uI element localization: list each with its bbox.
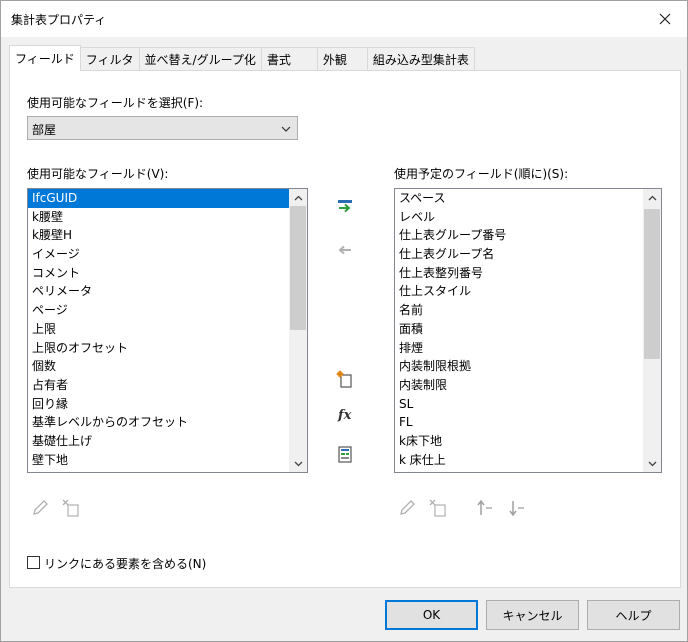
delete-scheduled-parameter-button[interactable]	[427, 497, 449, 519]
move-down-icon	[509, 501, 524, 517]
schedule-properties-dialog: 集計表プロパティ フィールド フィルタ 並べ替え/グループ化 書式 外観 組み込…	[0, 0, 688, 642]
list-item[interactable]: 占有者	[28, 376, 289, 395]
include-links-checkbox[interactable]	[27, 556, 40, 569]
list-item[interactable]: 上限のオフセット	[28, 339, 289, 358]
list-item[interactable]: ページ	[28, 301, 289, 320]
remove-field-icon	[338, 245, 351, 255]
delete-parameter-button[interactable]	[60, 497, 82, 519]
list-item[interactable]: FL	[395, 413, 643, 432]
tab-embedded-schedule[interactable]: 組み込み型集計表	[366, 47, 475, 71]
move-down-button[interactable]	[506, 497, 528, 519]
close-icon	[659, 13, 671, 25]
new-parameter-icon	[336, 370, 352, 388]
available-fields-list[interactable]: IfcGUID k腰壁 k腰壁H イメージ コメント ペリメータ ページ 上限 上限のオフセット…	[27, 188, 308, 473]
svg-text:fx: fx	[337, 408, 352, 423]
help-button[interactable]: ヘルプ	[587, 600, 680, 630]
list-item[interactable]: k腰壁	[28, 208, 289, 227]
tab-fields[interactable]: フィールド	[9, 45, 81, 71]
list-item[interactable]: 仕上スタイル	[395, 282, 643, 301]
chevron-down-icon	[294, 461, 302, 466]
pencil-icon	[33, 500, 48, 515]
select-fields-from-label: 使用可能なフィールドを選択(F):	[27, 96, 204, 110]
list-item[interactable]: k床下地	[395, 432, 643, 451]
include-links-label: リンクにある要素を含める(N)	[44, 557, 207, 571]
list-item[interactable]: 基準レベルからのオフセット	[28, 413, 289, 432]
tab-filter[interactable]: フィルタ	[79, 47, 140, 71]
move-up-button[interactable]	[474, 497, 496, 519]
list-item[interactable]: コメント	[28, 264, 289, 283]
chevron-up-icon	[294, 195, 302, 200]
new-parameter-button[interactable]	[334, 368, 356, 390]
list-item[interactable]: ペリメータ	[28, 282, 289, 301]
list-item[interactable]: 内装制限	[395, 376, 643, 395]
window-title: 集計表プロパティ	[11, 13, 107, 27]
scroll-thumb[interactable]	[290, 206, 306, 330]
scroll-down-button[interactable]	[289, 455, 307, 472]
calculated-value-button[interactable]: fx	[334, 403, 356, 425]
tab-sorting-grouping[interactable]: 並べ替え/グループ化	[138, 47, 262, 71]
title-bar: 集計表プロパティ	[1, 1, 687, 37]
delete-icon	[429, 499, 446, 517]
list-item[interactable]: k 床仕上	[395, 451, 643, 470]
chevron-up-icon	[648, 195, 656, 200]
category-dropdown-value: 部屋	[32, 123, 57, 137]
add-field-button[interactable]	[334, 195, 356, 217]
ok-button[interactable]: OK	[385, 600, 478, 630]
list-item[interactable]: レベル	[395, 208, 643, 227]
list-item[interactable]: 仕上表グループ名	[395, 245, 643, 264]
edit-parameter-button[interactable]	[29, 497, 51, 519]
list-item[interactable]: 面積	[395, 320, 643, 339]
list-item[interactable]: SL	[395, 395, 643, 414]
tab-formatting[interactable]: 書式	[260, 47, 318, 71]
available-fields-scrollbar[interactable]	[289, 189, 307, 472]
delete-icon	[62, 499, 79, 517]
list-item[interactable]: 名前	[395, 301, 643, 320]
list-item[interactable]: IfcGUID	[28, 189, 289, 208]
list-item[interactable]: 個数	[28, 357, 289, 376]
list-item[interactable]: 排煙	[395, 339, 643, 358]
chevron-down-icon	[648, 461, 656, 466]
add-field-icon	[338, 200, 352, 213]
close-button[interactable]	[647, 3, 683, 35]
list-item[interactable]: 仕上表グループ番号	[395, 226, 643, 245]
scheduled-fields-list[interactable]: スペース レベル 仕上表グループ番号 仕上表グループ名 仕上表整列番号 仕上スタイル 名前面…	[394, 188, 662, 473]
tab-strip: フィールド フィルタ 並べ替え/グループ化 書式 外観 組み込み型集計表	[9, 45, 475, 71]
remove-field-button[interactable]	[334, 239, 356, 261]
scroll-thumb[interactable]	[644, 209, 660, 359]
list-item[interactable]: 回り縁	[28, 395, 289, 414]
fields-tab-panel: 使用可能なフィールドを選択(F): 部屋 使用可能なフィールド(V): IfcG…	[9, 70, 681, 588]
chevron-down-icon	[281, 126, 291, 132]
combine-parameters-button[interactable]	[334, 443, 356, 465]
tab-appearance[interactable]: 外観	[316, 47, 368, 71]
edit-scheduled-parameter-button[interactable]	[396, 497, 418, 519]
available-fields-label: 使用可能なフィールド(V):	[27, 167, 169, 181]
cancel-button[interactable]: キャンセル	[486, 600, 579, 630]
list-item[interactable]: スペース	[395, 189, 643, 208]
scroll-up-button[interactable]	[289, 189, 307, 206]
list-item[interactable]: 基礎仕上げ	[28, 432, 289, 451]
list-item[interactable]: 仕上表整列番号	[395, 264, 643, 283]
scheduled-fields-scrollbar[interactable]	[643, 189, 661, 472]
scroll-up-button[interactable]	[643, 189, 661, 206]
move-up-icon	[477, 499, 492, 515]
list-item[interactable]: k腰壁H	[28, 226, 289, 245]
scroll-down-button[interactable]	[643, 455, 661, 472]
list-item[interactable]: 壁下地	[28, 451, 289, 470]
category-dropdown[interactable]: 部屋	[27, 116, 298, 140]
fx-icon: fx	[337, 408, 352, 423]
list-item[interactable]: 内装制限根拠	[395, 357, 643, 376]
combine-parameters-icon	[338, 446, 352, 463]
pencil-icon	[400, 500, 415, 515]
list-item[interactable]: イメージ	[28, 245, 289, 264]
list-item[interactable]: 上限	[28, 320, 289, 339]
scheduled-fields-label: 使用予定のフィールド(順に)(S):	[394, 167, 569, 181]
